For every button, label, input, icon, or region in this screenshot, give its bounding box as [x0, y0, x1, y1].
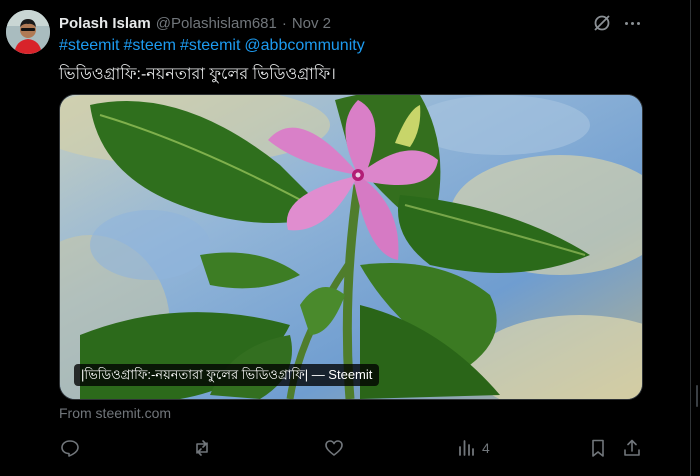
views-count: 4	[482, 440, 490, 456]
reply-icon	[61, 440, 79, 457]
mention-link[interactable]: @abbcommunity	[244, 37, 364, 54]
like-icon	[325, 440, 343, 456]
like-button[interactable]	[324, 437, 344, 459]
grok-icon[interactable]	[592, 13, 612, 33]
hashtag-link[interactable]: #steem	[123, 37, 175, 54]
post-date[interactable]: Nov 2	[292, 15, 331, 32]
scrollbar-thumb[interactable]	[696, 385, 698, 407]
repost-button[interactable]	[192, 437, 212, 459]
post-text: ভিডিওগ্রাফি:-নয়নতারা ফুলের ভিডিওগ্রাফি।	[59, 66, 336, 83]
author-handle[interactable]: @Polashislam681	[156, 15, 277, 32]
reply-button[interactable]	[60, 437, 80, 459]
views-button[interactable]: 4	[456, 437, 490, 459]
timeline-divider	[690, 0, 691, 476]
share-icon	[624, 439, 640, 456]
hashtag-link[interactable]: #steemit	[59, 37, 119, 54]
more-icon[interactable]	[621, 13, 643, 33]
bookmark-icon	[592, 439, 604, 457]
post-header: Polash Islam @Polashislam681 · Nov 2	[59, 13, 331, 33]
hashtag-link[interactable]: #steemit	[180, 37, 240, 54]
bookmark-button[interactable]	[588, 437, 608, 459]
link-source[interactable]: From steemit.com	[59, 405, 171, 421]
share-button[interactable]	[622, 437, 642, 459]
avatar[interactable]	[6, 10, 50, 54]
author-name[interactable]: Polash Islam	[59, 15, 151, 32]
link-card-image[interactable]	[59, 94, 643, 400]
separator: ·	[281, 14, 287, 32]
hashtag-line: #steemit #steem #steemit @abbcommunity	[59, 37, 369, 55]
repost-icon	[196, 440, 208, 456]
views-icon	[459, 440, 474, 456]
link-card-title[interactable]: |ভিডিওগ্রাফি:-নয়নতারা ফুলের ভিডিওগ্রাফি…	[74, 364, 380, 386]
